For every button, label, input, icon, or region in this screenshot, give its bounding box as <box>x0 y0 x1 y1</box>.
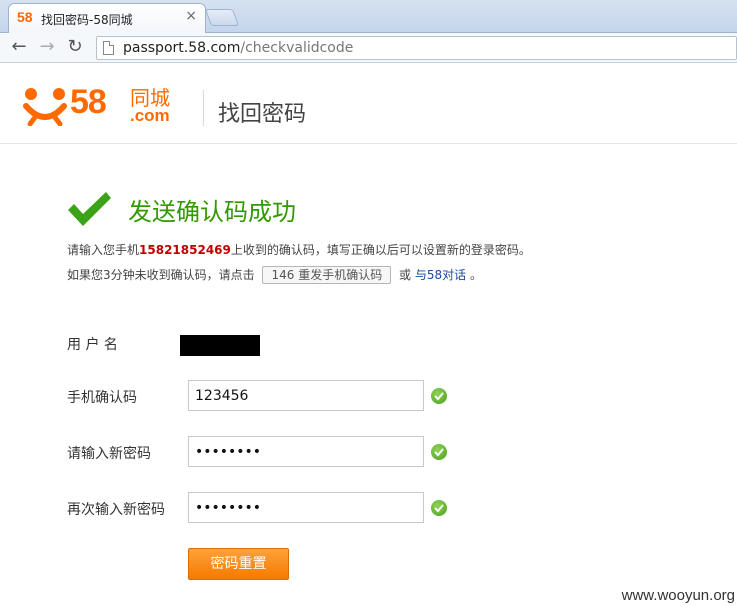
code-label: 手机确认码 <box>67 390 137 406</box>
confirm-password-label: 再次输入新密码 <box>67 502 165 518</box>
resend-prefix: 如果您3分钟未收到确认码，请点击 <box>67 268 255 282</box>
tab-close-icon[interactable]: × <box>185 8 197 24</box>
address-url: passport.58.com/checkvalidcode <box>123 40 353 56</box>
confirm-password-input[interactable] <box>188 492 424 523</box>
username-value-redacted <box>180 335 260 356</box>
instruction-prefix: 请输入您手机 <box>67 243 140 257</box>
tab-title: 找回密码-58同城 <box>41 13 133 27</box>
reset-password-button[interactable]: 密码重置 <box>188 548 289 580</box>
header-divider <box>203 90 204 126</box>
confirm-password-valid-icon <box>431 500 447 516</box>
logo-face-icon <box>23 88 67 126</box>
resend-text: 如果您3分钟未收到确认码，请点击 146 重发手机确认码 或 与58对话 。 <box>67 266 482 284</box>
new-password-label: 请输入新密码 <box>67 446 151 462</box>
resend-code-button[interactable]: 146 重发手机确认码 <box>262 266 392 284</box>
url-path: /checkvalidcode <box>240 40 354 56</box>
url-host: passport.58.com <box>123 40 241 56</box>
code-input[interactable] <box>188 380 424 411</box>
back-icon[interactable]: ← <box>8 36 30 58</box>
page-icon <box>103 41 114 55</box>
browser-tab[interactable]: 58 找回密码-58同城 × <box>8 3 206 33</box>
instruction-text: 请输入您手机15821852469上收到的确认码，填写正确以后可以设置新的登录密… <box>67 241 531 258</box>
phone-number: 15821852469 <box>139 243 231 257</box>
page-title: 找回密码 <box>218 102 307 127</box>
forward-icon[interactable]: → <box>36 36 58 58</box>
watermark: www.wooyun.org <box>621 587 735 604</box>
resend-middle: 或 <box>399 268 412 282</box>
username-label: 用 户 名 <box>67 337 118 353</box>
code-valid-icon <box>431 388 447 404</box>
new-password-valid-icon <box>431 444 447 460</box>
success-check-icon <box>68 192 111 226</box>
instruction-suffix: 上收到的确认码，填写正确以后可以设置新的登录密码。 <box>230 243 531 257</box>
reload-icon[interactable]: ↻ <box>64 36 86 58</box>
tab-bar: 58 找回密码-58同城 × <box>0 0 737 33</box>
logo-com-text: .com <box>130 106 170 125</box>
new-password-input[interactable] <box>188 436 424 467</box>
address-bar[interactable]: passport.58.com/checkvalidcode <box>96 36 737 60</box>
site-header: 58 同城 .com 找回密码 <box>0 64 737 144</box>
chat-with-58-link[interactable]: 与58对话 <box>415 268 466 282</box>
resend-suffix: 。 <box>469 268 482 282</box>
site-logo[interactable]: 58 同城 .com <box>22 84 184 128</box>
logo-number: 58 <box>70 83 107 121</box>
success-title: 发送确认码成功 <box>128 198 296 226</box>
new-tab-button[interactable] <box>204 9 240 26</box>
browser-toolbar: ← → ↻ passport.58.com/checkvalidcode <box>0 33 737 63</box>
favicon-icon: 58 <box>17 9 33 25</box>
